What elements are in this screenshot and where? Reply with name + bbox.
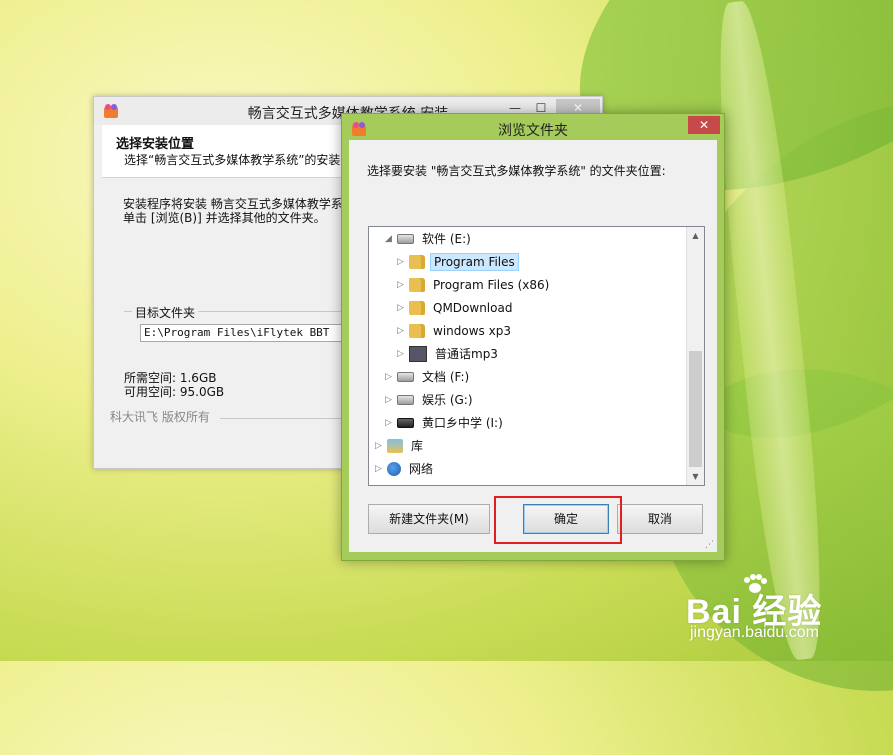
watermark: Bai 经验 jingyan.baidu.com xyxy=(686,570,886,650)
removable-drive-icon xyxy=(397,417,414,428)
folder-icon xyxy=(409,323,425,338)
section-subtitle: 选择“畅言交互式多媒体教学系统”的安装 xyxy=(124,153,341,167)
browse-folder-dialog: 浏览文件夹 ✕ 选择要安装 "畅言交互式多媒体教学系统" 的文件夹位置: ◢ 软件… xyxy=(341,113,725,561)
tree-item[interactable]: ▷ Program Files (x86) xyxy=(397,273,552,295)
tree-item[interactable]: ▷ QMDownload xyxy=(397,296,515,318)
collapsed-arrow-icon[interactable]: ▷ xyxy=(397,297,409,319)
tree-item[interactable]: ▷ 普通话mp3 xyxy=(397,342,501,364)
watermark-url: jingyan.baidu.com xyxy=(690,624,819,641)
drive-icon xyxy=(397,233,414,244)
tree-item[interactable]: ▷ 娱乐 (G:) xyxy=(385,388,476,410)
install-description-line2: 单击 [浏览(B)] 并选择其他的文件夹。 xyxy=(123,211,326,225)
expanded-arrow-icon[interactable]: ◢ xyxy=(385,228,397,250)
cancel-button[interactable]: 取消 xyxy=(617,504,703,534)
new-folder-button[interactable]: 新建文件夹(M) xyxy=(368,504,490,534)
tree-item[interactable]: ▷ 黄口乡中学 (I:) xyxy=(385,411,506,433)
folder-icon xyxy=(409,254,425,269)
scroll-up-arrow-icon[interactable]: ▲ xyxy=(687,227,704,244)
collapsed-arrow-icon[interactable]: ▷ xyxy=(385,412,397,434)
folder-icon xyxy=(409,300,425,315)
tree-item[interactable]: ◢ 软件 (E:) xyxy=(385,227,474,249)
copyright-footer: 科大讯飞 版权所有 xyxy=(110,410,210,424)
library-icon xyxy=(387,438,403,453)
resize-grip-icon[interactable]: ⋰ xyxy=(705,540,714,550)
dialog-title: 浏览文件夹 xyxy=(498,123,568,139)
drive-icon xyxy=(397,371,414,382)
section-title: 选择安装位置 xyxy=(116,137,195,152)
collapsed-arrow-icon[interactable]: ▷ xyxy=(385,389,397,411)
dialog-close-button[interactable]: ✕ xyxy=(688,116,720,134)
footer-divider xyxy=(220,418,350,419)
scroll-down-arrow-icon[interactable]: ▼ xyxy=(687,468,704,485)
tree-item[interactable]: ▷ 库 xyxy=(375,434,426,456)
collapsed-arrow-icon[interactable]: ▷ xyxy=(397,274,409,296)
dialog-titlebar[interactable]: 浏览文件夹 ✕ xyxy=(342,114,724,140)
space-available: 可用空间: 95.0GB xyxy=(124,385,225,399)
tree-item-selected[interactable]: ▷ Program Files xyxy=(397,250,519,272)
tree-item[interactable]: ▷ 文档 (F:) xyxy=(385,365,472,387)
dialog-prompt: 选择要安装 "畅言交互式多媒体教学系统" 的文件夹位置: xyxy=(367,164,666,178)
collapsed-arrow-icon[interactable]: ▷ xyxy=(397,320,409,342)
folder-icon xyxy=(409,277,425,292)
tree-item[interactable]: ▷ windows xp3 xyxy=(397,319,514,341)
collapsed-arrow-icon[interactable]: ▷ xyxy=(397,343,409,365)
tree-scrollbar[interactable]: ▲ ▼ xyxy=(686,227,704,485)
media-folder-icon xyxy=(409,345,427,362)
dialog-body: 选择要安装 "畅言交互式多媒体教学系统" 的文件夹位置: ◢ 软件 (E:) ▷ P… xyxy=(349,140,717,552)
drive-icon xyxy=(397,394,414,405)
folder-tree[interactable]: ◢ 软件 (E:) ▷ Program Files ▷ Program Files (… xyxy=(368,226,705,486)
tree-item[interactable]: ▷ 网络 xyxy=(375,457,436,479)
collapsed-arrow-icon[interactable]: ▷ xyxy=(385,366,397,388)
collapsed-arrow-icon[interactable]: ▷ xyxy=(375,435,387,457)
collapsed-arrow-icon[interactable]: ▷ xyxy=(375,458,387,480)
scroll-thumb[interactable] xyxy=(689,351,702,467)
target-folder-label: 目标文件夹 xyxy=(132,304,199,321)
ok-button-highlight-annotation xyxy=(494,496,622,544)
network-icon xyxy=(387,461,401,476)
collapsed-arrow-icon[interactable]: ▷ xyxy=(397,251,409,273)
